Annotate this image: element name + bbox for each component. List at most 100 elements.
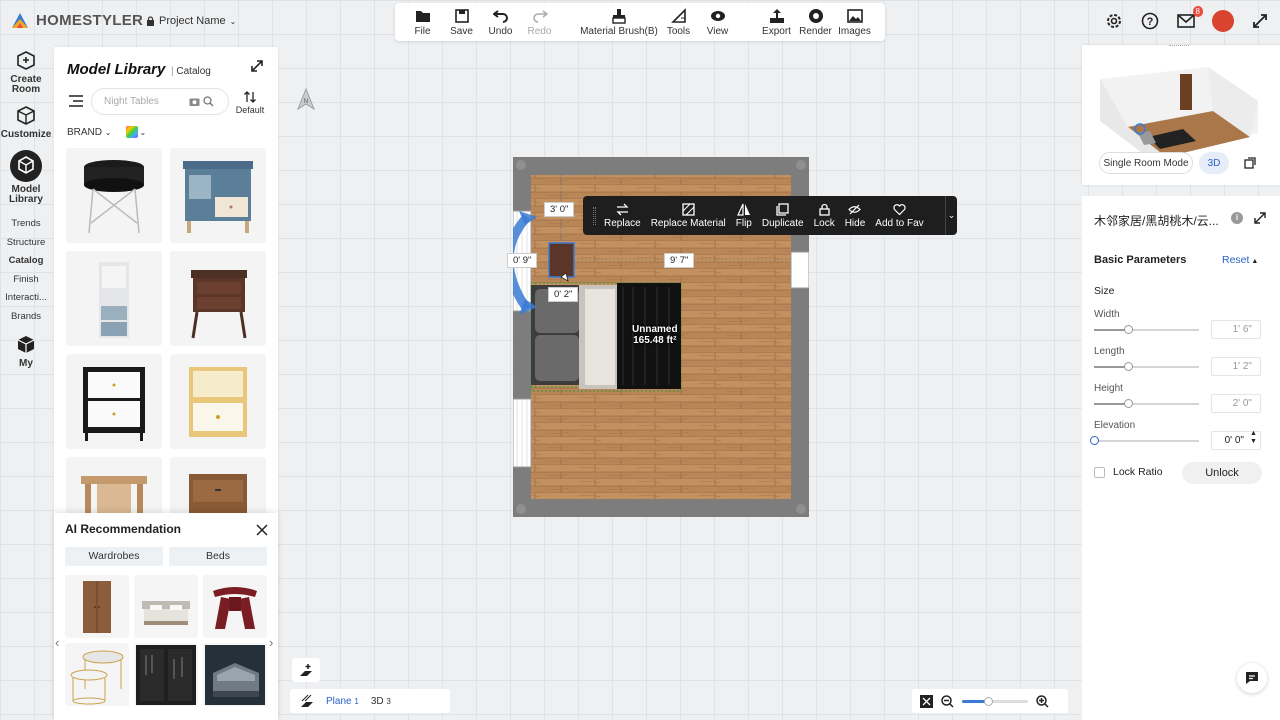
images-button[interactable]: Images [835,3,874,41]
tools-button[interactable]: Tools [659,3,698,41]
zoom-out-icon[interactable] [941,694,954,708]
search-icon[interactable] [203,96,214,107]
zoom-slider-knob[interactable] [984,696,994,706]
drag-handle[interactable] [593,206,596,225]
drag-handle[interactable] [1169,45,1189,48]
width-value[interactable]: 1' 6" [1211,320,1261,339]
add-to-fav-button[interactable]: Add to Fav [875,196,924,235]
rail-link-structure[interactable]: Structure [0,234,52,253]
material-brush-button[interactable]: Material Brush(B) [579,3,659,41]
compass-icon[interactable]: N [297,88,315,110]
close-icon[interactable] [256,524,268,536]
camera-icon[interactable] [189,96,200,107]
replace-button[interactable]: Replace [604,196,641,235]
rail-link-trends[interactable]: Trends [0,215,52,234]
chat-button[interactable] [1237,663,1267,693]
ai-tab-beds[interactable]: Beds [169,547,267,566]
unlock-button[interactable]: Unlock [1182,462,1262,484]
search-input[interactable] [104,96,186,107]
lock-ratio-row[interactable]: Lock Ratio [1094,466,1163,478]
customize-button[interactable]: Customize [0,105,52,140]
menu-icon[interactable] [69,95,83,107]
model-card[interactable] [170,148,266,243]
ai-card[interactable] [203,575,267,638]
ai-card[interactable] [134,643,198,706]
brand-filter[interactable]: BRAND ⌄ [67,127,112,138]
redo-button[interactable]: Redo [520,3,559,41]
model-card[interactable] [66,148,162,243]
single-room-mode-button[interactable]: Single Room Mode [1099,152,1193,174]
sort-button[interactable]: Default [234,91,266,115]
hatch-icon[interactable] [300,694,314,708]
rail-link-interaction[interactable]: Interacti... [0,289,52,308]
render-button[interactable]: Render [796,3,835,41]
width-slider[interactable] [1094,325,1199,334]
popout-icon[interactable] [1244,157,1256,169]
elevation-slider-knob[interactable] [1090,436,1099,445]
3d-view-tab[interactable]: 3D 3 [371,696,391,707]
lock-ratio-checkbox[interactable] [1094,466,1105,478]
duplicate-button[interactable]: Duplicate [762,196,804,235]
more-options-button[interactable]: ⌄ [945,196,957,235]
hide-button[interactable]: Hide [845,196,865,235]
rail-link-brands[interactable]: Brands [0,308,52,327]
3d-preview-panel[interactable]: Single Room Mode 3D [1082,45,1280,185]
model-card[interactable] [66,251,162,346]
dimension-left[interactable]: 0' 9" [507,253,538,268]
ai-tab-wardrobes[interactable]: Wardrobes [65,547,163,566]
fullscreen-button[interactable] [1250,11,1270,31]
project-name-dropdown[interactable]: Project Name ⌄ [146,15,236,27]
add-floor-button[interactable] [292,658,320,682]
dimension-bottom[interactable]: 0' 2" [548,287,579,302]
my-button[interactable]: My [0,334,52,369]
export-button[interactable]: Export [757,3,796,41]
height-slider-knob[interactable] [1123,399,1133,408]
length-slider-knob[interactable] [1123,362,1133,371]
save-button[interactable]: Save [442,3,481,41]
replace-material-button[interactable]: Replace Material [651,196,726,235]
expand-icon[interactable] [250,59,264,73]
chevron-right-icon[interactable]: › [269,635,273,650]
settings-button[interactable] [1104,11,1124,31]
rail-link-finish[interactable]: Finish [0,271,52,290]
ai-card[interactable] [65,575,129,638]
zoom-slider[interactable] [962,696,1028,706]
model-card[interactable] [66,354,162,449]
plane-view-tab[interactable]: Plane 1 [326,696,359,707]
elevation-slider[interactable] [1090,436,1199,445]
room-label[interactable]: Unnamed 165.48 ft² [632,324,678,346]
help-button[interactable]: ? [1140,11,1160,31]
fit-view-icon[interactable] [920,694,933,708]
model-card[interactable] [170,251,266,346]
view-button[interactable]: View [698,3,737,41]
reset-button[interactable]: Reset [1222,254,1258,266]
ai-card[interactable] [65,643,129,706]
length-slider[interactable] [1094,362,1199,371]
model-library-button[interactable]: Model Library [0,150,52,205]
dimension-top[interactable]: 3' 0" [544,202,575,217]
ai-card[interactable] [203,643,267,706]
undo-button[interactable]: Undo [481,3,520,41]
avatar[interactable] [1212,10,1234,32]
3d-mode-button[interactable]: 3D [1199,152,1229,174]
logo[interactable]: HOMESTYLER [10,10,143,30]
height-value[interactable]: 2' 0" [1211,394,1261,413]
rail-link-catalog[interactable]: Catalog [0,252,52,271]
dimension-right[interactable]: 9' 7" [664,253,695,268]
info-icon[interactable]: i [1231,212,1243,224]
color-filter[interactable]: ⌄ [125,126,146,138]
flip-button[interactable]: Flip [736,196,752,235]
chevron-left-icon[interactable]: ‹ [55,635,59,650]
height-slider[interactable] [1094,399,1199,408]
stepper-icon[interactable]: ▲ ▼ [1250,430,1257,446]
zoom-in-icon[interactable] [1036,694,1049,708]
length-value[interactable]: 1' 2" [1211,357,1261,376]
create-room-button[interactable]: Create Room [0,50,52,95]
file-button[interactable]: File [403,3,442,41]
model-card[interactable] [170,354,266,449]
expand-icon[interactable] [1254,212,1266,224]
messages-button[interactable]: 8 [1176,6,1203,31]
ai-card[interactable] [134,575,198,638]
width-slider-knob[interactable] [1123,325,1133,334]
lock-button[interactable]: Lock [814,196,835,235]
